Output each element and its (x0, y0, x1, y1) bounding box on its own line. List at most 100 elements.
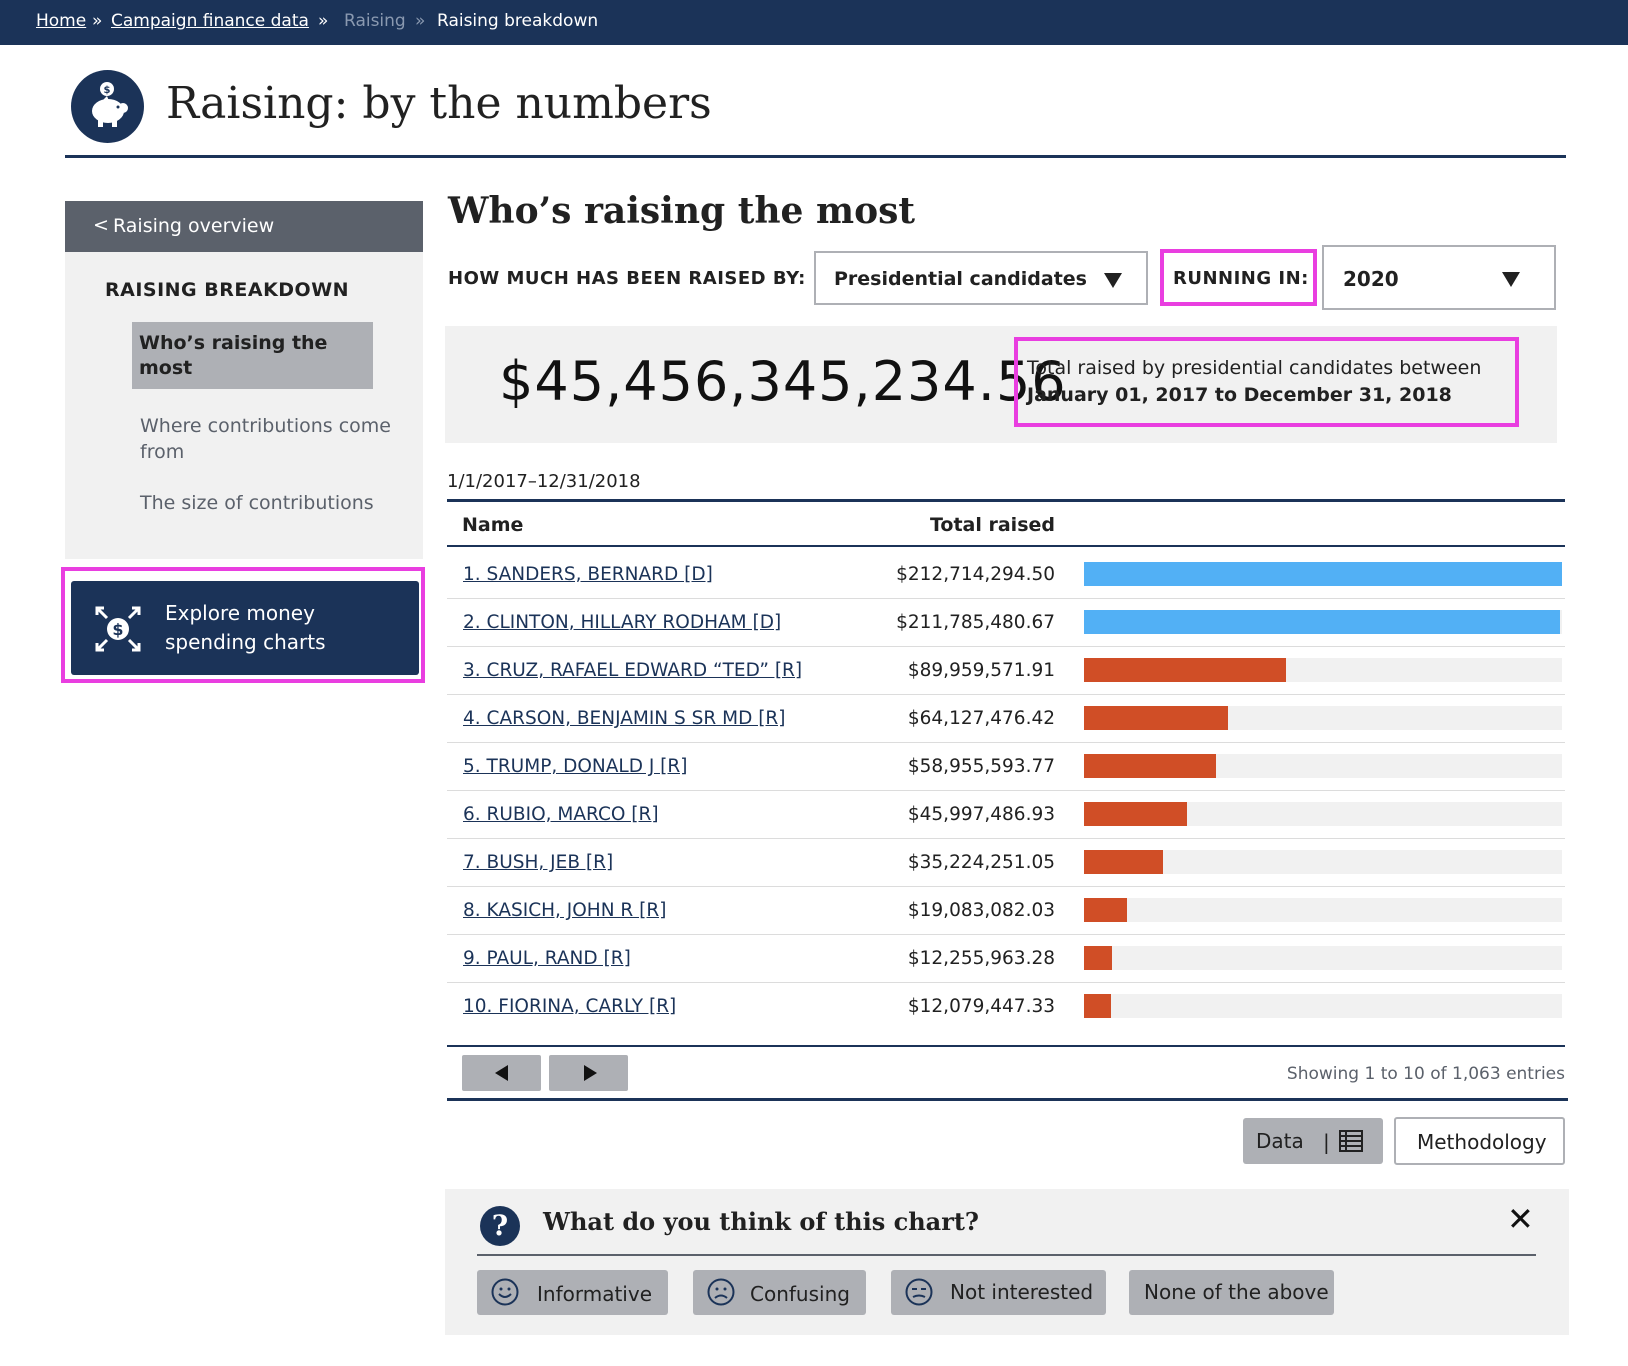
candidate-link[interactable]: 5. TRUMP, DONALD J [R] (463, 756, 687, 777)
raised-by-select[interactable]: Presidential candidates (814, 251, 1148, 305)
sidebar-item-whos-raising[interactable]: Who’s raising the most (132, 322, 373, 389)
table-icon (1339, 1130, 1363, 1152)
total-description: Total raised by presidential candidates … (1027, 357, 1482, 379)
bar-fill (1084, 946, 1112, 970)
table-row: 8. KASICH, JOHN R [R] $19,083,082.03 (447, 886, 1565, 935)
frown-face-icon (707, 1278, 735, 1306)
candidate-link[interactable]: 1. SANDERS, BERNARD [D] (463, 564, 713, 585)
question-icon: ? (480, 1206, 520, 1246)
bar-track (1084, 994, 1562, 1018)
page-title: Raising: by the numbers (166, 78, 712, 129)
methodology-button-label: Methodology (1417, 1130, 1547, 1154)
total-raised-cell: $64,127,476.42 (907, 708, 1055, 729)
methodology-button[interactable]: Methodology (1394, 1117, 1565, 1165)
total-raised-cell: $45,997,486.93 (907, 804, 1055, 825)
feedback-option-label: Not interested (950, 1280, 1094, 1304)
breadcrumb-raising-link[interactable]: Raising (344, 11, 406, 31)
feedback-divider (477, 1254, 1536, 1256)
sidebar-item-label: Who’s raising the most (139, 332, 328, 379)
candidate-link[interactable]: 6. RUBIO, MARCO [R] (463, 804, 659, 825)
raised-by-label: HOW MUCH HAS BEEN RAISED BY: (448, 268, 806, 289)
running-in-value: 2020 (1343, 267, 1399, 291)
total-raised-cell: $12,255,963.28 (907, 948, 1055, 969)
previous-page-button[interactable] (462, 1055, 541, 1091)
pagination-status: Showing 1 to 10 of 1,063 entries (1286, 1064, 1565, 1084)
column-header-name: Name (462, 514, 524, 536)
bar-fill (1084, 562, 1562, 586)
feedback-option-label: None of the above (1144, 1280, 1329, 1304)
sidebar-item-size-of-contributions[interactable]: The size of contributions (140, 490, 400, 516)
highlight-outline (1014, 337, 1519, 427)
svg-text:$: $ (104, 85, 111, 96)
explore-spending-charts-button[interactable]: $ Explore money spending charts (71, 581, 419, 675)
feedback-informative-button[interactable]: Informative (477, 1270, 668, 1315)
total-date-range: January 01, 2017 to December 31, 2018 (1027, 384, 1452, 406)
bored-face-icon (905, 1278, 933, 1306)
table-row: 10. FIORINA, CARLY [R] $12,079,447.33 (447, 982, 1565, 1030)
candidate-link[interactable]: 4. CARSON, BENJAMIN S SR MD [R] (463, 708, 786, 729)
candidate-link[interactable]: 10. FIORINA, CARLY [R] (463, 996, 676, 1017)
breadcrumb-separator: » (318, 11, 329, 31)
total-raised-cell: $89,959,571.91 (907, 660, 1055, 681)
feedback-not-interested-button[interactable]: Not interested (891, 1270, 1106, 1315)
candidate-link[interactable]: 8. KASICH, JOHN R [R] (463, 900, 666, 921)
piggy-bank-icon: $ (71, 70, 144, 143)
table-row: 1. SANDERS, BERNARD [D] $212,714,294.50 (447, 550, 1565, 599)
feedback-option-label: Confusing (750, 1282, 850, 1306)
total-raised-cell: $211,785,480.67 (896, 612, 1055, 633)
arrow-left-icon (495, 1065, 508, 1081)
explore-button-label: Explore money spending charts (165, 601, 326, 654)
table-row: 9. PAUL, RAND [R] $12,255,963.28 (447, 934, 1565, 983)
bar-track (1084, 898, 1562, 922)
total-raised-amount: $45,456,345,234.56 (499, 350, 1067, 413)
breadcrumb-separator: » (92, 11, 103, 31)
candidate-link[interactable]: 3. CRUZ, RAFAEL EDWARD “TED” [R] (463, 660, 802, 681)
candidate-link[interactable]: 7. BUSH, JEB [R] (463, 852, 613, 873)
data-button-label: Data (1256, 1129, 1304, 1153)
svg-text:$: $ (112, 620, 123, 639)
bar-track (1084, 610, 1562, 634)
header-divider (65, 155, 1566, 158)
table-footer-divider (447, 1098, 1568, 1101)
table-row: 6. RUBIO, MARCO [R] $45,997,486.93 (447, 790, 1565, 839)
raising-overview-link[interactable]: < Raising overview (65, 201, 423, 252)
caret-down-icon (1104, 273, 1122, 288)
bar-fill (1084, 898, 1127, 922)
bar-fill (1084, 802, 1187, 826)
bar-fill (1084, 706, 1228, 730)
table-bottom-divider (447, 1045, 1565, 1047)
bar-track (1084, 706, 1562, 730)
bar-track (1084, 850, 1562, 874)
total-raised-cell: $212,714,294.50 (896, 564, 1055, 585)
raised-by-value: Presidential candidates (834, 268, 1087, 290)
data-button-separator: | (1323, 1130, 1330, 1154)
bar-fill (1084, 658, 1286, 682)
sidebar-heading: RAISING BREAKDOWN (105, 279, 350, 301)
next-page-button[interactable] (549, 1055, 628, 1091)
breadcrumb-home-link[interactable]: Home (36, 11, 86, 31)
table-row: 2. CLINTON, HILLARY RODHAM [D] $211,785,4… (447, 598, 1565, 647)
total-raised-cell: $19,083,082.03 (907, 900, 1055, 921)
candidate-link[interactable]: 9. PAUL, RAND [R] (463, 948, 631, 969)
close-icon[interactable]: ✕ (1507, 1200, 1534, 1238)
chevron-left-icon: < (93, 214, 109, 236)
table-row: 5. TRUMP, DONALD J [R] $58,955,593.77 (447, 742, 1565, 791)
data-button[interactable]: Data | (1243, 1118, 1383, 1164)
feedback-title: What do you think of this chart? (543, 1207, 979, 1236)
breadcrumb-current: Raising breakdown (437, 11, 599, 31)
breadcrumb-separator: » (415, 11, 426, 31)
total-raised-cell: $12,079,447.33 (907, 996, 1055, 1017)
table-row: 7. BUSH, JEB [R] $35,224,251.05 (447, 838, 1565, 887)
bar-fill (1084, 850, 1163, 874)
table-row: 3. CRUZ, RAFAEL EDWARD “TED” [R] $89,959,… (447, 646, 1565, 695)
sidebar-item-where-contributions[interactable]: Where contributions come from (140, 413, 400, 465)
breadcrumb-campaign-link[interactable]: Campaign finance data (111, 11, 309, 31)
candidate-link[interactable]: 2. CLINTON, HILLARY RODHAM [D] (463, 612, 781, 633)
arrow-right-icon (584, 1065, 597, 1081)
running-in-select[interactable]: 2020 (1322, 245, 1556, 310)
bar-fill (1084, 610, 1560, 634)
running-in-label: RUNNING IN: (1173, 268, 1309, 289)
table-row: 4. CARSON, BENJAMIN S SR MD [R] $64,127,4… (447, 694, 1565, 743)
feedback-confusing-button[interactable]: Confusing (693, 1270, 866, 1315)
feedback-none-button[interactable]: None of the above (1129, 1270, 1334, 1315)
